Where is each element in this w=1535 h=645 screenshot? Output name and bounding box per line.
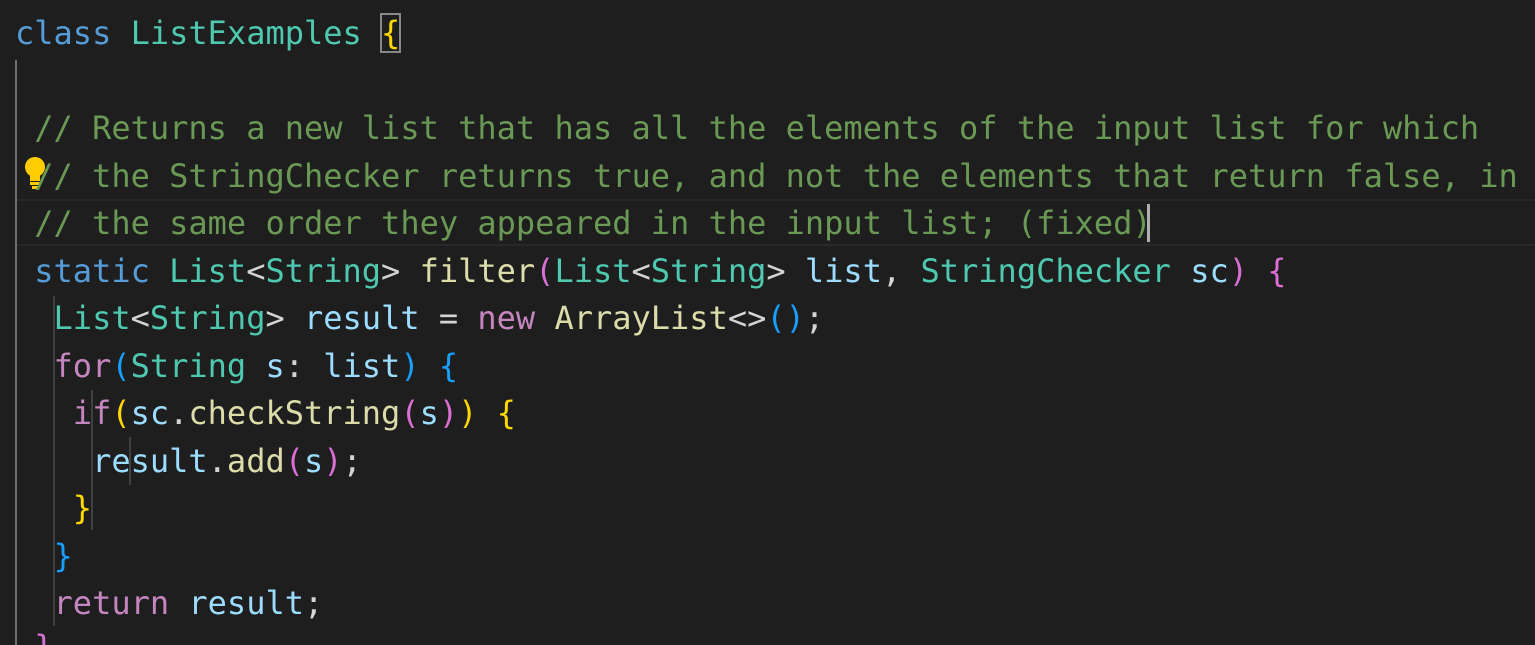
- keyword-class: class: [15, 14, 112, 52]
- text-cursor: [1147, 204, 1150, 242]
- return-semicolon: ;: [303, 584, 324, 622]
- method-name: filter: [419, 252, 536, 290]
- code-line-11[interactable]: }: [15, 485, 92, 532]
- params-open-paren: (: [535, 252, 555, 290]
- comment-line-3: // the same order they appeared in the i…: [34, 204, 1152, 242]
- call-arg: s: [419, 394, 439, 432]
- constructor-name: ArrayList: [554, 299, 728, 337]
- if-object: sc: [130, 394, 170, 432]
- assign-op: =: [438, 299, 459, 337]
- keyword-return: return: [53, 584, 170, 622]
- add-semicolon: ;: [342, 442, 362, 480]
- param-type-checker: StringChecker: [920, 252, 1171, 290]
- class-open-brace: {: [380, 13, 402, 53]
- code-line-6[interactable]: static List<String> filter(List<String> …: [15, 248, 1287, 295]
- code-editor[interactable]: class ListExamples { // Returns a new li…: [0, 0, 1535, 645]
- local-type-param: String: [149, 299, 266, 337]
- code-line-13[interactable]: return result;: [15, 580, 324, 627]
- param-list: list: [804, 252, 882, 290]
- if-close-paren: ): [458, 394, 478, 432]
- code-line-10[interactable]: result.add(s);: [15, 438, 362, 485]
- loop-iterable: list: [323, 347, 401, 385]
- code-line-14[interactable]: }: [15, 624, 53, 645]
- local-type: List: [53, 299, 131, 337]
- add-arg: s: [303, 442, 324, 480]
- add-dot: .: [207, 442, 227, 480]
- param-type-param: String: [650, 252, 767, 290]
- if-close-brace: }: [72, 489, 93, 527]
- generic-close: >: [381, 252, 401, 290]
- keyword-new: new: [477, 299, 536, 337]
- call-open-paren: (: [400, 394, 420, 432]
- if-open-brace: {: [496, 394, 516, 432]
- class-name: ListExamples: [130, 14, 362, 52]
- keyword-for: for: [53, 347, 112, 385]
- local-generic-close: >: [265, 299, 285, 337]
- code-line-1[interactable]: class ListExamples {: [15, 10, 402, 57]
- param-generic-close: >: [766, 252, 786, 290]
- method-close-brace: }: [34, 628, 53, 645]
- if-open-paren: (: [111, 394, 131, 432]
- for-open-paren: (: [111, 347, 131, 385]
- semicolon: ;: [804, 299, 825, 337]
- comment-line-1: // Returns a new list that has all the e…: [34, 109, 1480, 147]
- param-comma: ,: [881, 252, 902, 290]
- call-close-paren: ): [438, 394, 459, 432]
- param-generic-open: <: [631, 252, 651, 290]
- loop-var: s: [265, 347, 285, 385]
- add-object: result: [92, 442, 208, 480]
- code-line-9[interactable]: if(sc.checkString(s)) {: [15, 390, 516, 437]
- keyword-if: if: [72, 394, 112, 432]
- add-open-paren: (: [284, 442, 304, 480]
- local-generic-open: <: [130, 299, 150, 337]
- for-open-brace: {: [438, 347, 459, 385]
- diamond-op: <>: [727, 299, 767, 337]
- param-sc: sc: [1190, 252, 1229, 290]
- return-type-param: String: [265, 252, 382, 290]
- local-result: result: [303, 299, 420, 337]
- ctor-parens: (): [766, 299, 805, 337]
- add-call: add: [226, 442, 285, 480]
- comment-line-2: // the StringChecker returns true, and n…: [34, 157, 1518, 195]
- return-type: List: [169, 252, 247, 290]
- code-line-5[interactable]: // the same order they appeared in the i…: [15, 200, 1152, 247]
- code-line-4[interactable]: // the StringChecker returns true, and n…: [15, 153, 1518, 200]
- member-dot: .: [169, 394, 189, 432]
- code-line-8[interactable]: for(String s: list) {: [15, 343, 459, 390]
- for-close-brace: }: [53, 537, 73, 575]
- loop-colon: :: [284, 347, 304, 385]
- code-line-7[interactable]: List<String> result = new ArrayList<>();: [15, 295, 825, 342]
- code-line-3[interactable]: // Returns a new list that has all the e…: [15, 105, 1479, 152]
- code-line-12[interactable]: }: [15, 533, 73, 580]
- params-close-paren: ): [1228, 252, 1248, 290]
- keyword-static: static: [34, 252, 150, 290]
- for-close-paren: ): [400, 347, 420, 385]
- generic-open: <: [246, 252, 266, 290]
- return-var: result: [188, 584, 304, 622]
- param-type: List: [554, 252, 632, 290]
- check-string-call: checkString: [188, 394, 401, 432]
- add-close-paren: ): [323, 442, 343, 480]
- loop-var-type: String: [130, 347, 247, 385]
- method-open-brace: {: [1267, 252, 1287, 290]
